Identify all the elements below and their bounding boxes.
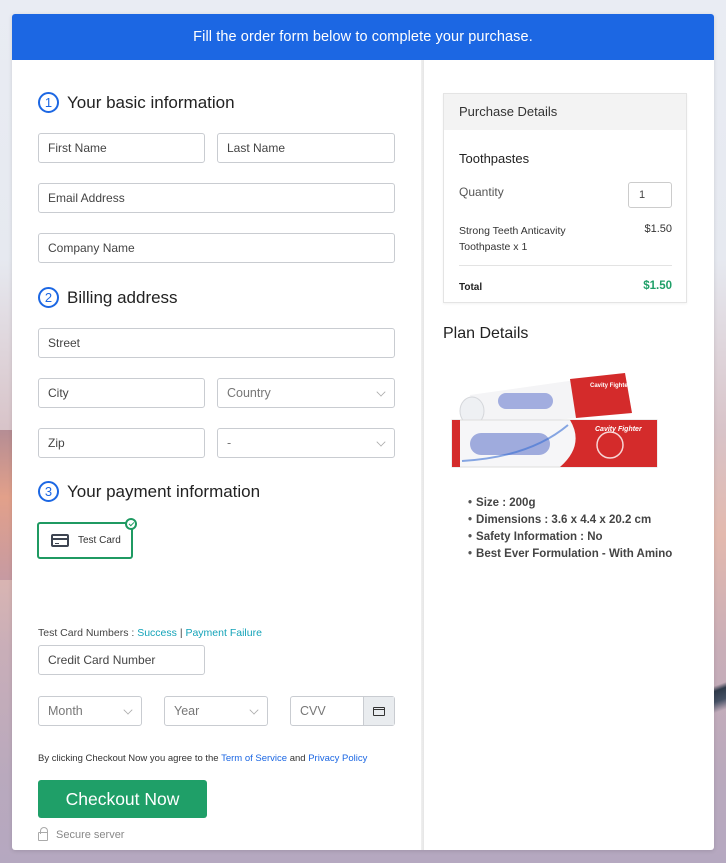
- feature-item: Best Ever Formulation - With Amino: [468, 546, 672, 563]
- check-circle-icon: [125, 518, 137, 530]
- order-form-container: Fill the order form below to complete yo…: [12, 14, 714, 850]
- email-input[interactable]: Email Address: [38, 183, 395, 213]
- box-brand-text: Cavity Fighter: [595, 426, 643, 433]
- country-select[interactable]: Country: [217, 378, 395, 408]
- payment-failure-link[interactable]: Payment Failure: [185, 627, 261, 639]
- city-input[interactable]: City: [38, 378, 205, 408]
- expiry-month-select[interactable]: Month: [38, 696, 142, 726]
- total-label: Total: [459, 282, 483, 293]
- company-name-input[interactable]: Company Name: [38, 233, 395, 263]
- quantity-label: Quantity: [459, 185, 504, 199]
- state-select[interactable]: -: [217, 428, 395, 458]
- year-select-value: Year: [174, 704, 200, 718]
- checkout-now-button[interactable]: Checkout Now: [38, 780, 207, 818]
- toothpaste-box: Cavity Fighter: [451, 419, 658, 468]
- feature-item: Safety Information : No: [468, 529, 672, 546]
- toothpaste-tube: Cavity Fighter: [459, 373, 632, 427]
- success-link[interactable]: Success: [137, 627, 177, 639]
- chevron-down-icon: [376, 437, 386, 447]
- last-name-input[interactable]: Last Name: [217, 133, 395, 163]
- secure-server-label: Secure server: [56, 828, 125, 841]
- privacy-policy-link[interactable]: Privacy Policy: [308, 753, 367, 764]
- product-group-name: Toothpastes: [459, 151, 530, 166]
- test-card-numbers-label: Test Card Numbers :: [38, 627, 135, 639]
- section-title-basic: Your basic information: [67, 92, 235, 112]
- quantity-input[interactable]: 1: [628, 182, 672, 208]
- step-number-1: 1: [38, 92, 59, 113]
- section-title-billing: Billing address: [67, 287, 178, 307]
- step-number-3: 3: [38, 481, 59, 502]
- purchase-details-card: Purchase Details Toothpastes Quantity 1 …: [443, 93, 687, 303]
- line-item-name: Strong Teeth Anticavity Toothpaste x 1: [459, 225, 566, 253]
- terms-of-service-link[interactable]: Term of Service: [221, 753, 287, 764]
- credit-card-icon: [373, 706, 385, 716]
- cvv-placeholder: CVV: [300, 704, 326, 718]
- test-card-numbers: Test Card Numbers : Success | Payment Fa…: [38, 627, 262, 639]
- section-basic-info: 1 Your basic information: [38, 92, 235, 113]
- street-input[interactable]: Street: [38, 328, 395, 358]
- header-banner: Fill the order form below to complete yo…: [12, 14, 714, 60]
- chevron-down-icon: [376, 387, 386, 397]
- feature-item: Size : 200g: [468, 495, 672, 512]
- secure-server: Secure server: [38, 827, 125, 841]
- payment-method-label: Test Card: [78, 535, 121, 546]
- terms-and: and: [289, 753, 306, 764]
- order-form: 1 Your basic information First Name Last…: [12, 60, 422, 850]
- lock-icon: [38, 827, 48, 841]
- total-value: $1.50: [643, 280, 672, 292]
- product-image: Cavity Fighter Cavity Fighter: [451, 373, 658, 468]
- cvv-card-addon: [363, 697, 394, 725]
- first-name-input[interactable]: First Name: [38, 133, 205, 163]
- terms-prefix: By clicking Checkout Now you agree to th…: [38, 753, 219, 764]
- section-billing: 2 Billing address: [38, 287, 178, 308]
- payment-method-test-card[interactable]: Test Card: [37, 518, 137, 559]
- section-title-payment: Your payment information: [67, 481, 261, 501]
- purchase-details-header: Purchase Details: [444, 94, 686, 130]
- section-payment: 3 Your payment information: [38, 481, 260, 502]
- link-separator: |: [179, 627, 183, 639]
- state-select-value: -: [227, 436, 232, 450]
- summary-divider: [459, 265, 672, 266]
- country-select-value: Country: [227, 386, 271, 400]
- line-item-price: $1.50: [644, 223, 672, 235]
- plan-features-list: Size : 200g Dimensions : 3.6 x 4.4 x 20.…: [468, 495, 672, 563]
- chevron-down-icon: [123, 705, 133, 715]
- tube-brand-text: Cavity Fighter: [590, 383, 631, 389]
- credit-card-icon: [51, 534, 69, 547]
- summary-panel: Purchase Details Toothpastes Quantity 1 …: [424, 60, 714, 850]
- feature-item: Dimensions : 3.6 x 4.4 x 20.2 cm: [468, 512, 672, 529]
- month-select-value: Month: [48, 704, 83, 718]
- expiry-year-select[interactable]: Year: [164, 696, 268, 726]
- chevron-down-icon: [249, 705, 259, 715]
- cvv-input[interactable]: CVV: [290, 696, 395, 726]
- credit-card-number-input[interactable]: Credit Card Number: [38, 645, 205, 675]
- plan-details-title: Plan Details: [443, 325, 529, 342]
- zip-input[interactable]: Zip: [38, 428, 205, 458]
- terms-notice: By clicking Checkout Now you agree to th…: [38, 753, 367, 764]
- step-number-2: 2: [38, 287, 59, 308]
